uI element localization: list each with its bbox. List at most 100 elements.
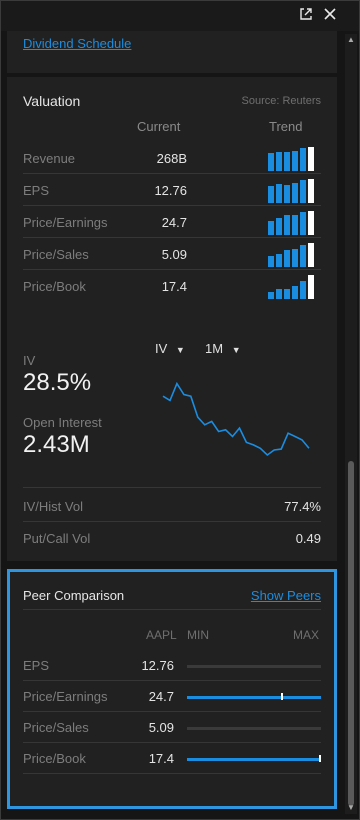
- trend-bar: [300, 148, 306, 171]
- close-icon[interactable]: [321, 7, 339, 25]
- trend-bar: [276, 289, 282, 299]
- trend-bar: [276, 152, 282, 171]
- trend-sparkbars: [268, 273, 318, 299]
- volatility-panel: IV ▼ 1M ▼ IV 28.5% Open Interest 2.43M I…: [7, 321, 337, 561]
- peer-row-label: Price/Sales: [23, 720, 89, 735]
- row-divider: [23, 742, 321, 743]
- chevron-down-icon: ▼: [175, 345, 185, 355]
- row-divider: [23, 173, 321, 174]
- external-link-icon[interactable]: [297, 7, 315, 25]
- valuation-row-value: 24.7: [161, 215, 187, 230]
- trend-bar: [308, 211, 314, 235]
- dividend-schedule-link[interactable]: Dividend Schedule: [23, 36, 131, 51]
- trend-bar: [300, 245, 306, 267]
- trend-bar: [284, 185, 290, 203]
- peer-row-label: EPS: [23, 658, 50, 673]
- trend-bar: [308, 147, 314, 171]
- trend-bar: [292, 249, 298, 267]
- peer-row-value: 12.76: [141, 658, 174, 673]
- peer-range-fill: [187, 758, 321, 761]
- peer-range-track: [187, 665, 321, 668]
- show-peers-link[interactable]: Show Peers: [251, 588, 321, 603]
- peer-row-value: 5.09: [148, 720, 174, 735]
- scroll-down-arrow-icon[interactable]: ▼: [345, 802, 357, 814]
- vertical-scrollbar[interactable]: ▲ ▼: [345, 34, 357, 814]
- valuation-row-value: 5.09: [161, 247, 187, 262]
- window-titlebar: [1, 1, 359, 31]
- trend-bar: [276, 218, 282, 235]
- put-call-value: 0.49: [295, 531, 321, 546]
- valuation-row-label: EPS: [23, 183, 50, 198]
- metric-dropdown[interactable]: IV ▼: [155, 341, 185, 356]
- valuation-row-value: 268B: [156, 151, 187, 166]
- iv-hist-vol-value: 77.4%: [284, 499, 321, 514]
- chevron-down-icon: ▼: [231, 345, 241, 355]
- trend-bar: [284, 215, 290, 235]
- peer-range-fill: [187, 696, 321, 699]
- external-link-svg: [300, 8, 312, 20]
- period-dropdown-label: 1M: [205, 341, 224, 356]
- valuation-panel: Valuation Source: Reuters Current Trend …: [7, 77, 337, 347]
- trend-sparkbars: [268, 241, 318, 267]
- close-svg: [324, 8, 336, 20]
- peer-value-marker: [281, 693, 283, 700]
- peer-row-label: Price/Earnings: [23, 689, 108, 704]
- peer-comparison-panel: Peer Comparison Show Peers AAPL MIN MAX …: [7, 569, 337, 809]
- trend-bar: [292, 286, 298, 299]
- trend-bar: [276, 254, 282, 267]
- scrollbar-thumb[interactable]: [348, 461, 354, 806]
- trend-bar: [292, 215, 298, 235]
- trend-sparkbars: [268, 177, 318, 203]
- iv-value: 28.5%: [23, 369, 92, 396]
- valuation-source: Source: Reuters: [241, 95, 321, 107]
- iv-label: IV: [23, 353, 36, 368]
- peer-row-value: 17.4: [148, 751, 174, 766]
- trend-bar: [292, 183, 298, 203]
- trend-bar: [268, 221, 274, 235]
- iv-sparkline-chart: [162, 381, 310, 457]
- main-content: Dividend Schedule Valuation Source: Reut…: [7, 31, 337, 815]
- trend-bar: [300, 212, 306, 235]
- col-trend-header: Trend: [269, 119, 303, 134]
- row-divider: [23, 773, 321, 774]
- valuation-row-value: 17.4: [161, 279, 187, 294]
- valuation-title: Valuation: [23, 93, 81, 109]
- trend-sparkbars: [268, 209, 318, 235]
- row-divider: [23, 237, 321, 238]
- open-interest-value: 2.43M: [23, 431, 90, 458]
- trend-bar: [284, 250, 290, 267]
- peer-comparison-title: Peer Comparison: [23, 588, 125, 603]
- trend-bar: [276, 184, 282, 203]
- trend-bar: [284, 152, 290, 171]
- col-min-header: MIN: [187, 628, 209, 642]
- put-call-label: Put/Call Vol: [23, 531, 91, 546]
- trend-bar: [268, 292, 274, 299]
- trend-bar: [308, 179, 314, 203]
- row-divider: [23, 205, 321, 206]
- valuation-row-label: Price/Book: [23, 279, 86, 294]
- scroll-up-arrow-icon[interactable]: ▲: [345, 34, 357, 46]
- col-max-header: MAX: [293, 628, 320, 642]
- row-divider: [23, 269, 321, 270]
- trend-bar: [308, 243, 314, 267]
- quote-detail-window: ▲ ▼ Dividend Schedule Valuation Source: …: [0, 0, 360, 820]
- row-divider: [23, 521, 321, 522]
- peer-row-value: 24.7: [148, 689, 174, 704]
- trend-bar: [300, 281, 306, 299]
- dividend-panel: Dividend Schedule: [7, 31, 337, 73]
- trend-bar: [268, 186, 274, 203]
- peer-value-marker: [319, 755, 321, 762]
- header-divider: [23, 609, 321, 610]
- trend-bar: [292, 151, 298, 171]
- row-divider: [23, 711, 321, 712]
- trend-bar: [284, 289, 290, 299]
- trend-sparkbars: [268, 145, 318, 171]
- iv-sparkline-path: [162, 381, 310, 457]
- trend-bar: [268, 153, 274, 171]
- metric-dropdown-label: IV: [155, 341, 168, 356]
- peer-range-track: [187, 727, 321, 730]
- period-dropdown[interactable]: 1M ▼: [205, 341, 241, 356]
- valuation-row-label: Revenue: [23, 151, 76, 166]
- trend-bar: [268, 256, 274, 267]
- peer-row-label: Price/Book: [23, 751, 86, 766]
